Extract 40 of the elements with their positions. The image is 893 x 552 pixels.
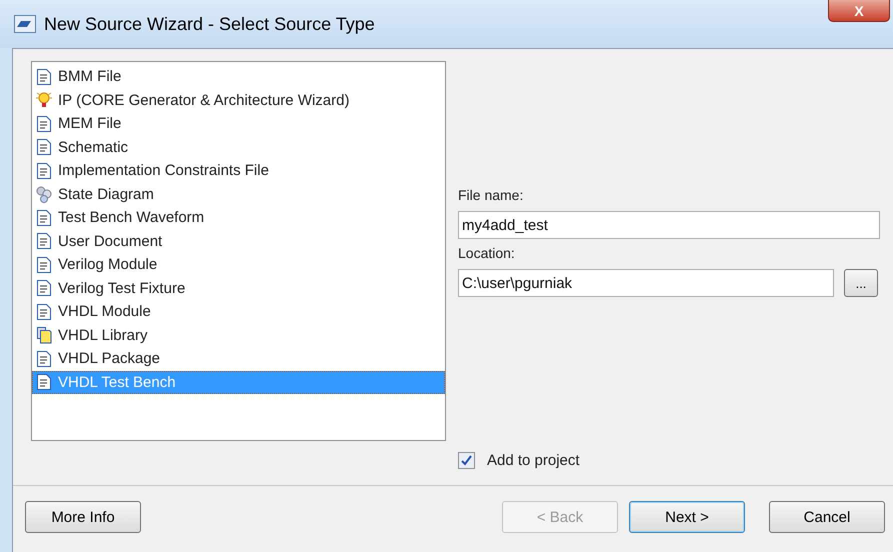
window-title: New Source Wizard - Select Source Type: [44, 14, 375, 34]
browse-button[interactable]: ...: [844, 269, 878, 297]
document-icon: [36, 302, 52, 321]
app-logo-icon: [14, 15, 36, 33]
list-item[interactable]: Schematic: [32, 136, 445, 159]
wizard-button[interactable]: Next >: [629, 501, 745, 533]
list-item[interactable]: Test Bench Waveform: [32, 206, 445, 230]
location-field[interactable]: C:\user\pgurniak: [458, 269, 834, 297]
checkbox-label: Add to project: [487, 452, 580, 469]
document-icon: [36, 256, 52, 274]
wizard-button[interactable]: More Info: [25, 501, 141, 533]
checkbox[interactable]: [458, 452, 475, 469]
list-item[interactable]: MEM File: [32, 112, 445, 136]
field-label: File name:: [458, 187, 524, 205]
document-icon: [36, 279, 52, 298]
file-name-field[interactable]: my4add_test: [458, 211, 880, 239]
list-item[interactable]: VHDL Package: [32, 347, 445, 370]
document-icon: [36, 350, 52, 368]
list-item[interactable]: Implementation Constraints File: [32, 159, 445, 182]
bubbles-icon: [36, 185, 52, 204]
list-item[interactable]: VHDL Module: [32, 300, 445, 324]
list-item[interactable]: BMM File: [32, 65, 445, 88]
list-item[interactable]: State Diagram: [32, 182, 445, 206]
list-item[interactable]: Verilog Test Fixture: [32, 276, 445, 300]
document-icon: [36, 373, 52, 392]
document-icon: [36, 68, 52, 86]
document-icon: [36, 208, 52, 227]
document-icon: [36, 232, 52, 250]
library-icon: [36, 326, 52, 344]
lightbulb-icon: [36, 91, 52, 110]
document-icon: [36, 162, 52, 180]
wizard-button[interactable]: Cancel: [769, 501, 885, 533]
list-item[interactable]: Verilog Module: [32, 253, 445, 276]
list-item[interactable]: User Document: [32, 230, 445, 253]
document-icon: [36, 138, 52, 156]
field-label: Location:: [458, 245, 516, 263]
list-item[interactable]: IP (CORE Generator & Architecture Wizard): [32, 88, 445, 112]
document-icon: [36, 114, 52, 133]
checkmark-icon: [461, 455, 472, 466]
list-item[interactable]: VHDL Library: [32, 324, 445, 347]
